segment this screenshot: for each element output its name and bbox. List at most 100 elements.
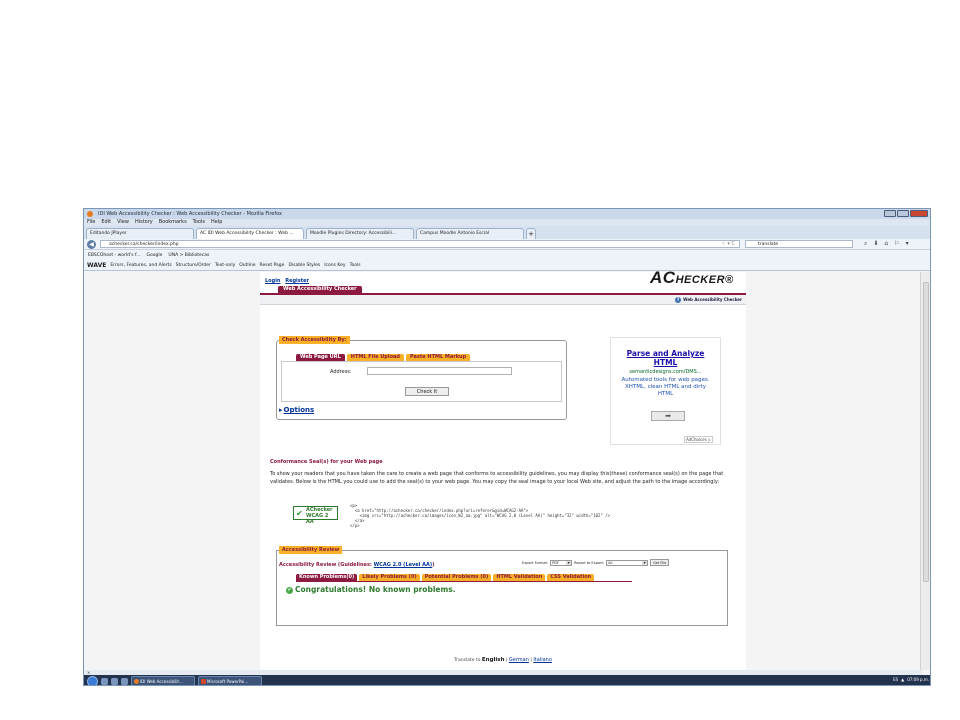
ie-icon[interactable] <box>111 677 118 685</box>
search-icon[interactable]: ⌕ <box>864 240 867 248</box>
check-it-button[interactable]: Check It <box>405 387 449 396</box>
minimize-button[interactable] <box>884 210 896 217</box>
options-link[interactable]: Options <box>279 406 315 414</box>
wave-structure[interactable]: Structure/Order <box>176 260 211 271</box>
ad-arrow-button[interactable]: ➡ <box>651 411 685 421</box>
taskbar-firefox[interactable]: IDI Web Accessibilit... <box>131 676 195 685</box>
tab-paste-html[interactable]: Paste HTML Markup <box>405 354 471 361</box>
tab-css-validation[interactable]: CSS Validation <box>547 574 595 581</box>
wave-icons-key[interactable]: Icons Key <box>324 260 345 271</box>
wave-text-only[interactable]: Text-only <box>215 260 235 271</box>
wave-errors[interactable]: Errors, Features, and Alerts <box>110 260 171 271</box>
close-button[interactable] <box>910 210 928 217</box>
tab-achecker[interactable]: AC IDI Web Accessibility Checker : Web .… <box>196 228 304 239</box>
result-tabs-underline <box>296 581 632 582</box>
logo-rest: HECKER <box>675 274 726 286</box>
adchoices-link[interactable]: AdChoices ▷ <box>684 436 714 443</box>
report-label: Report to Export: <box>574 560 605 565</box>
menu-file[interactable]: File <box>87 219 95 226</box>
app-tab[interactable]: Web Accessibility Checker <box>278 286 362 293</box>
taskbar-powerpoint[interactable]: Microsoft PowerPoi... <box>198 676 262 685</box>
firefox-icon <box>87 211 93 217</box>
maximize-button[interactable] <box>897 210 909 217</box>
tab-potential-problems[interactable]: Potential Problems (0) <box>421 574 492 581</box>
ad-title[interactable]: Parse and Analyze HTML <box>611 349 720 367</box>
tab-html-file-upload[interactable]: HTML File Upload <box>346 354 404 361</box>
address-input[interactable] <box>367 367 512 375</box>
system-tray: ES ▲ 07:09 p.m. <box>893 677 929 682</box>
tray-language[interactable]: ES <box>893 677 898 682</box>
guideline-link[interactable]: WCAG 2.0 (Level AA) <box>374 562 433 568</box>
tab-likely-problems[interactable]: Likely Problems (0) <box>359 574 420 581</box>
export-controls: Export Format: PDF Report to Export: All… <box>522 559 670 566</box>
wave-reset-page[interactable]: Reset Page <box>260 260 285 271</box>
tab-html-validation[interactable]: HTML Validation <box>493 574 546 581</box>
new-tab-button[interactable]: + <box>526 228 536 239</box>
download-icon[interactable]: ⬇ <box>873 240 878 248</box>
review-title-end: ) <box>432 562 435 568</box>
vertical-scrollbar[interactable] <box>920 272 930 670</box>
search-input[interactable]: translate <box>745 240 853 248</box>
help-link[interactable]: Web Accessibility Checker <box>683 297 742 302</box>
menu-bookmarks[interactable]: Bookmarks <box>159 219 187 226</box>
ad-text[interactable]: Automated tools for web pages. XHTML, cl… <box>611 377 720 398</box>
wave-tools[interactable]: Tools <box>350 260 361 271</box>
home-icon[interactable]: ⌂ <box>884 240 888 248</box>
tab-editando-jplayer[interactable]: Editando JPlayer <box>86 228 194 239</box>
register-link[interactable]: Register <box>285 278 309 284</box>
achecker-logo: ACHECKER® <box>650 268 734 288</box>
seal-description: To show your readers that you have taken… <box>270 471 724 485</box>
achecker-page: Login Register Web Accessibility Checker… <box>260 268 746 670</box>
login-link[interactable]: Login <box>265 278 280 284</box>
translate-italiano[interactable]: Italiano <box>533 657 552 663</box>
menu-history[interactable]: History <box>135 219 153 226</box>
address-label: Address: <box>330 369 352 375</box>
back-icon[interactable]: ◀ <box>87 240 96 249</box>
tray-clock[interactable]: 07:09 p.m. <box>907 677 929 682</box>
bookmark-star-icon[interactable]: ☆ ▾ C <box>721 241 735 248</box>
congrats-text: Congratulations! No known problems. <box>295 585 456 594</box>
translate-german[interactable]: German <box>509 657 529 663</box>
tab-known-problems[interactable]: Known Problems(0) <box>296 574 358 581</box>
translate-bar: Translate to English | German | Italiano <box>454 657 552 663</box>
url-bar[interactable]: achecker.ca/checker/index.php ☆ ▾ C <box>100 240 740 248</box>
menu-bar: File Edit View History Bookmarks Tools H… <box>84 219 930 226</box>
windows-taskbar: IDI Web Accessibilit... Microsoft PowerP… <box>84 675 930 685</box>
wave-disable-styles[interactable]: Disable Styles <box>288 260 320 271</box>
url-text: achecker.ca/checker/index.php <box>109 242 179 247</box>
review-legend: Accessibility Review <box>279 546 343 554</box>
tab-web-page-url[interactable]: Web Page URL <box>296 354 345 361</box>
ad-box: Parse and Analyze HTML semanticdesigns.c… <box>610 337 721 445</box>
menu-edit[interactable]: Edit <box>101 219 111 226</box>
ad-url[interactable]: semanticdesigns.com/DMS... <box>611 369 720 375</box>
menu-tools[interactable]: Tools <box>193 219 205 226</box>
page-viewport: Login Register Web Accessibility Checker… <box>84 268 922 670</box>
wave-outline[interactable]: Outline <box>239 260 255 271</box>
tab-campus-moodle[interactable]: Campus Moodle Antonio Escial <box>416 228 524 239</box>
seal-check-icon: ✔ <box>296 509 303 518</box>
seal-html-code: <p> <a href="http://achecker.ca/checker/… <box>350 503 611 528</box>
addon-icon[interactable]: ⚐ <box>894 240 899 248</box>
menu-chevron-icon[interactable]: ▾ <box>906 240 909 248</box>
wave-toolbar: WAVE Errors, Features, and Alerts Struct… <box>84 260 930 271</box>
tab-moodle-plugins[interactable]: Moodle Plugins Directory: Accessibili... <box>306 228 414 239</box>
window-title: IDI Web Accessibility Checker : Web Acce… <box>98 211 282 217</box>
export-format-select[interactable]: PDF <box>550 559 573 566</box>
wave-brand[interactable]: WAVE <box>87 260 106 271</box>
start-button[interactable] <box>87 675 98 685</box>
report-select[interactable]: All <box>606 559 649 566</box>
scrollbar-thumb[interactable] <box>923 282 929 582</box>
logo-mark: ® <box>725 274 734 286</box>
seal-title: Conformance Seal(s) for your Web page <box>270 459 383 465</box>
window-titlebar: IDI Web Accessibility Checker : Web Acce… <box>84 209 930 219</box>
tray-expand-icon[interactable]: ▲ <box>901 677 904 682</box>
browser-window: IDI Web Accessibility Checker : Web Acce… <box>83 208 931 686</box>
media-icon[interactable] <box>121 677 128 685</box>
window-controls <box>884 210 928 217</box>
menu-help[interactable]: Help <box>211 219 222 226</box>
menu-view[interactable]: View <box>117 219 129 226</box>
auth-links: Login Register <box>265 278 312 284</box>
help-icon[interactable]: ? <box>675 297 682 303</box>
explorer-icon[interactable] <box>101 677 108 685</box>
get-file-button[interactable]: Get File <box>650 559 670 566</box>
